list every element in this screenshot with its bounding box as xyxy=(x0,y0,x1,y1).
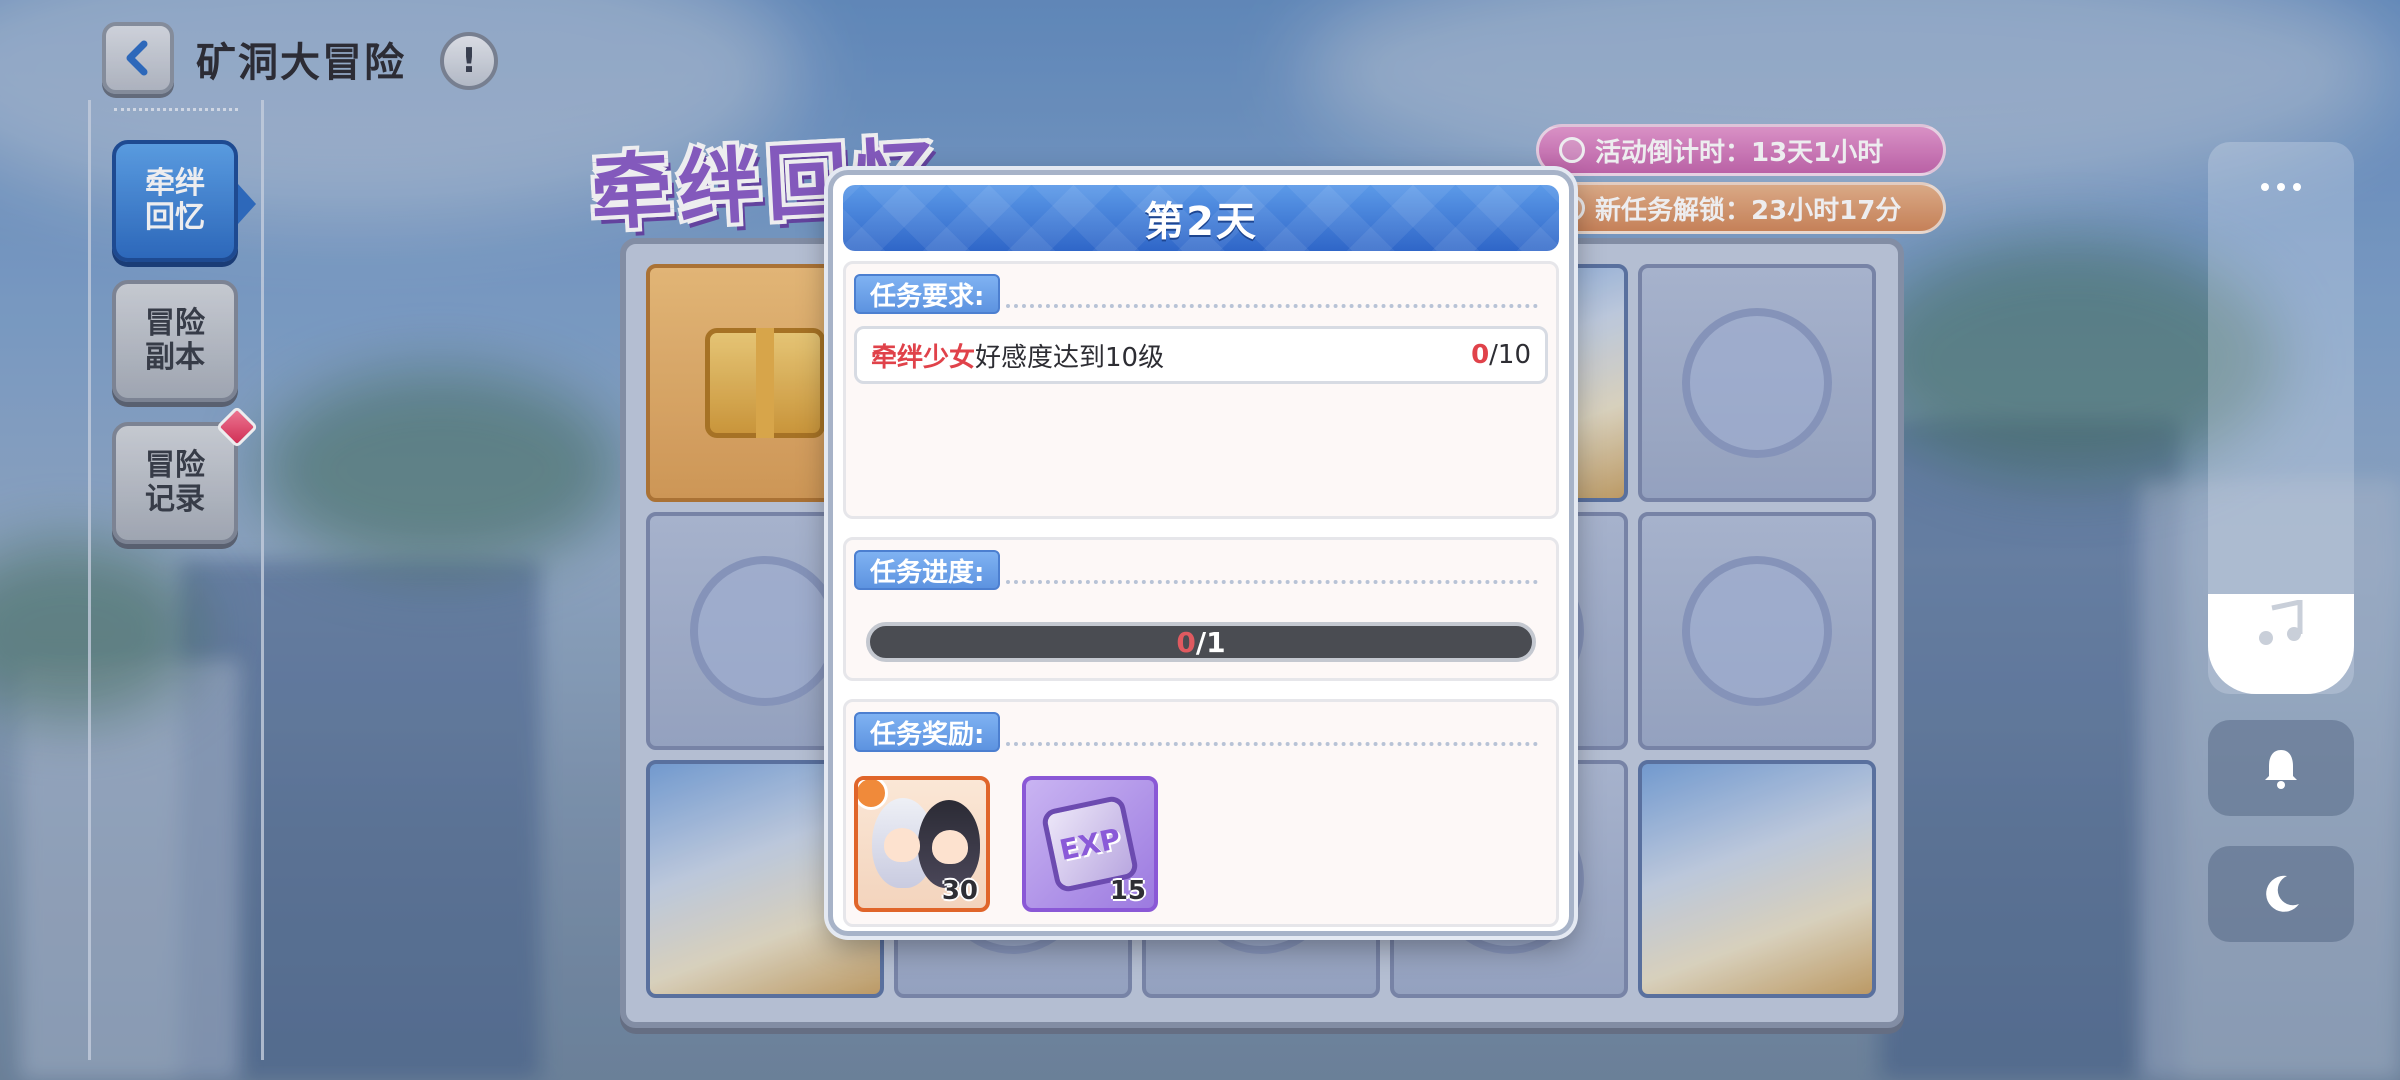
chibi-face-icon xyxy=(884,828,920,862)
requirement-row: 牵绊少女 好感度达到10级 0/10 xyxy=(854,326,1548,384)
dotted-divider xyxy=(1006,742,1538,746)
dotted-divider xyxy=(1006,304,1538,308)
requirement-label: 任务要求: xyxy=(854,274,1001,314)
more-dots-icon xyxy=(2277,183,2285,191)
exp-label: EXP xyxy=(1056,821,1124,867)
task-count-current: 0 xyxy=(1471,340,1490,370)
moon-icon xyxy=(2266,875,2299,912)
reward-item-exp[interactable]: EXP 15 xyxy=(1022,776,1158,912)
reward-item-character[interactable]: 30 xyxy=(854,776,990,912)
task-text: 好感度达到10级 xyxy=(975,342,1165,373)
task-highlight: 牵绊少女 xyxy=(871,342,976,373)
progress-label: 任务进度: xyxy=(854,550,1001,590)
dotted-divider xyxy=(1006,580,1538,584)
notification-button[interactable] xyxy=(2208,720,2354,816)
more-options-button[interactable] xyxy=(2208,162,2354,212)
bell-icon xyxy=(2265,750,2297,789)
chibi-face-icon xyxy=(932,830,968,864)
reward-quantity: 30 xyxy=(941,876,978,906)
progress-current: 0 xyxy=(1176,625,1196,659)
more-dots-icon xyxy=(2293,183,2301,191)
music-note-icon xyxy=(2259,600,2303,645)
task-count-total: /10 xyxy=(1489,340,1531,370)
night-mode-button[interactable] xyxy=(2208,846,2354,942)
reward-quantity: 15 xyxy=(1109,876,1146,906)
progress-bar: 0/1 xyxy=(866,622,1536,662)
reward-label: 任务奖励: xyxy=(854,712,1001,752)
task-modal: 第2天 任务要求: 牵绊少女 好感度达到10级 0/10 任务进度: 0/1 任… xyxy=(828,170,1574,936)
modal-title: 第2天 xyxy=(843,185,1559,251)
reward-section: 任务奖励: 30 EXP 15 xyxy=(843,699,1559,927)
requirement-section: 任务要求: 牵绊少女 好感度达到10级 0/10 xyxy=(843,261,1559,519)
shard-tag-icon xyxy=(858,780,888,810)
task-count: 0/10 xyxy=(1471,340,1531,370)
more-dots-icon xyxy=(2261,183,2269,191)
progress-section: 任务进度: 0/1 xyxy=(843,537,1559,681)
progress-total: /1 xyxy=(1195,625,1226,659)
progress-text: 0/1 xyxy=(870,626,1532,658)
